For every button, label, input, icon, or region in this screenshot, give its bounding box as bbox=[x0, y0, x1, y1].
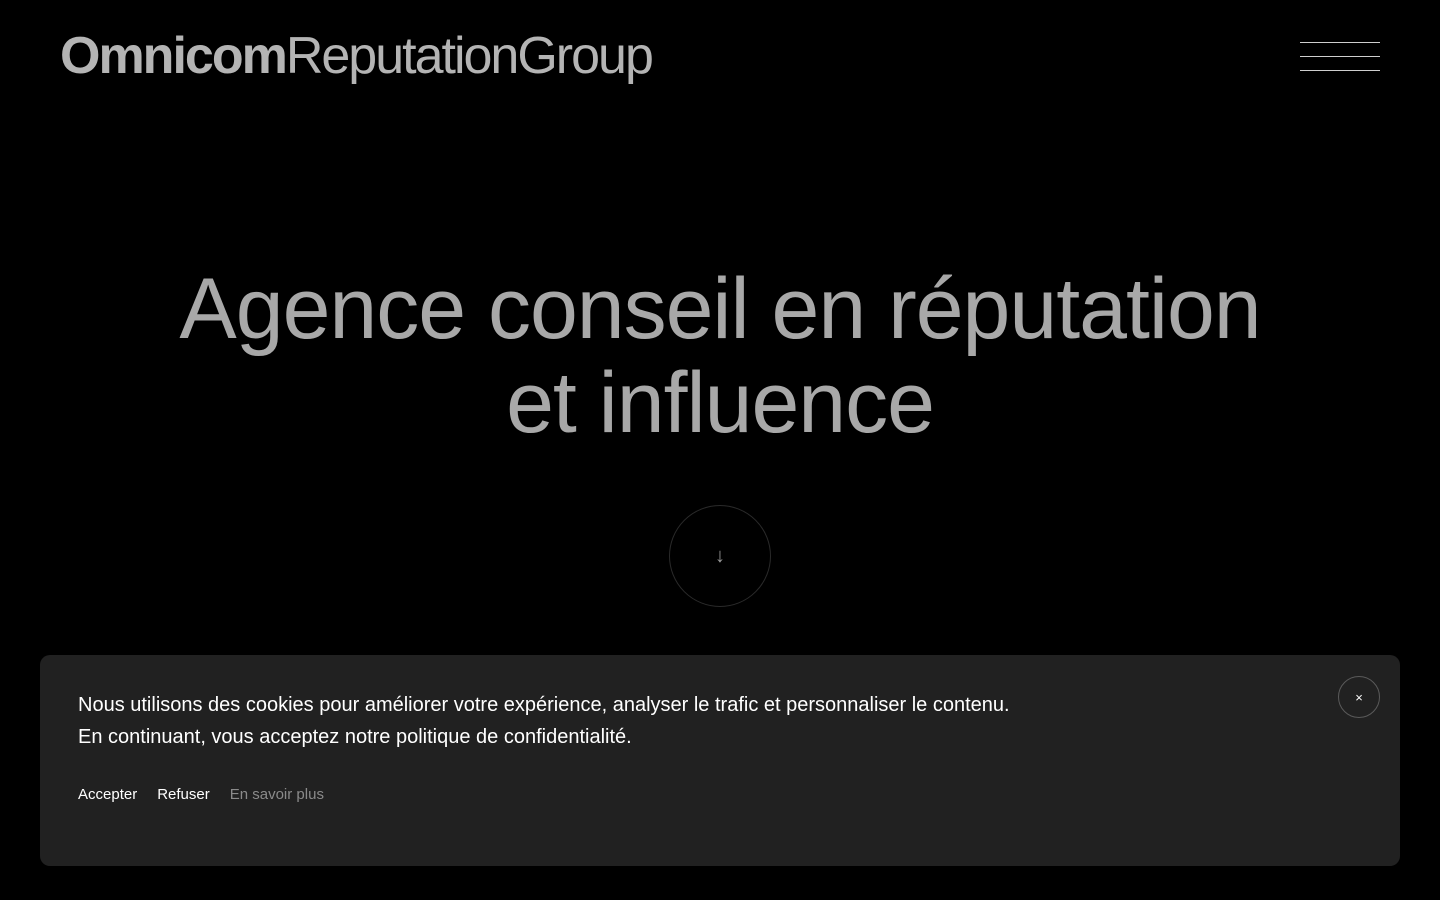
menu-button[interactable] bbox=[1300, 42, 1380, 74]
logo-bold-text: Omnicom bbox=[60, 27, 288, 85]
hero-title-line-1: Agence conseil en réputation bbox=[179, 261, 1261, 357]
cookie-message-line-2: En continuant, vous acceptez notre polit… bbox=[78, 726, 632, 748]
site-logo[interactable]: OmnicomReputationGroup bbox=[60, 26, 654, 86]
scroll-down-button[interactable]: ↓ bbox=[669, 505, 771, 607]
refuse-cookies-button[interactable]: Refuser bbox=[157, 785, 210, 805]
cookie-message: Nous utilisons des cookies pour améliore… bbox=[78, 689, 1258, 753]
hero-title: Agence conseil en réputation et influenc… bbox=[0, 262, 1440, 450]
cookie-banner: Nous utilisons des cookies pour améliore… bbox=[40, 655, 1400, 866]
hero-title-line-2: et influence bbox=[506, 355, 935, 451]
menu-line-top bbox=[1300, 42, 1380, 43]
close-icon: × bbox=[1355, 689, 1363, 705]
menu-line-middle bbox=[1300, 56, 1380, 57]
cookie-message-line-1: Nous utilisons des cookies pour améliore… bbox=[78, 694, 1010, 716]
menu-line-bottom bbox=[1300, 70, 1380, 71]
arrow-down-icon: ↓ bbox=[715, 544, 725, 567]
learn-more-link[interactable]: En savoir plus bbox=[230, 785, 324, 805]
cookie-close-button[interactable]: × bbox=[1338, 676, 1380, 718]
page: OmnicomReputationGroup Agence conseil en… bbox=[0, 0, 1440, 900]
cookie-actions: Accepter Refuser En savoir plus bbox=[78, 785, 324, 805]
accept-cookies-button[interactable]: Accepter bbox=[78, 785, 137, 805]
logo-light-text: ReputationGroup bbox=[285, 27, 654, 85]
